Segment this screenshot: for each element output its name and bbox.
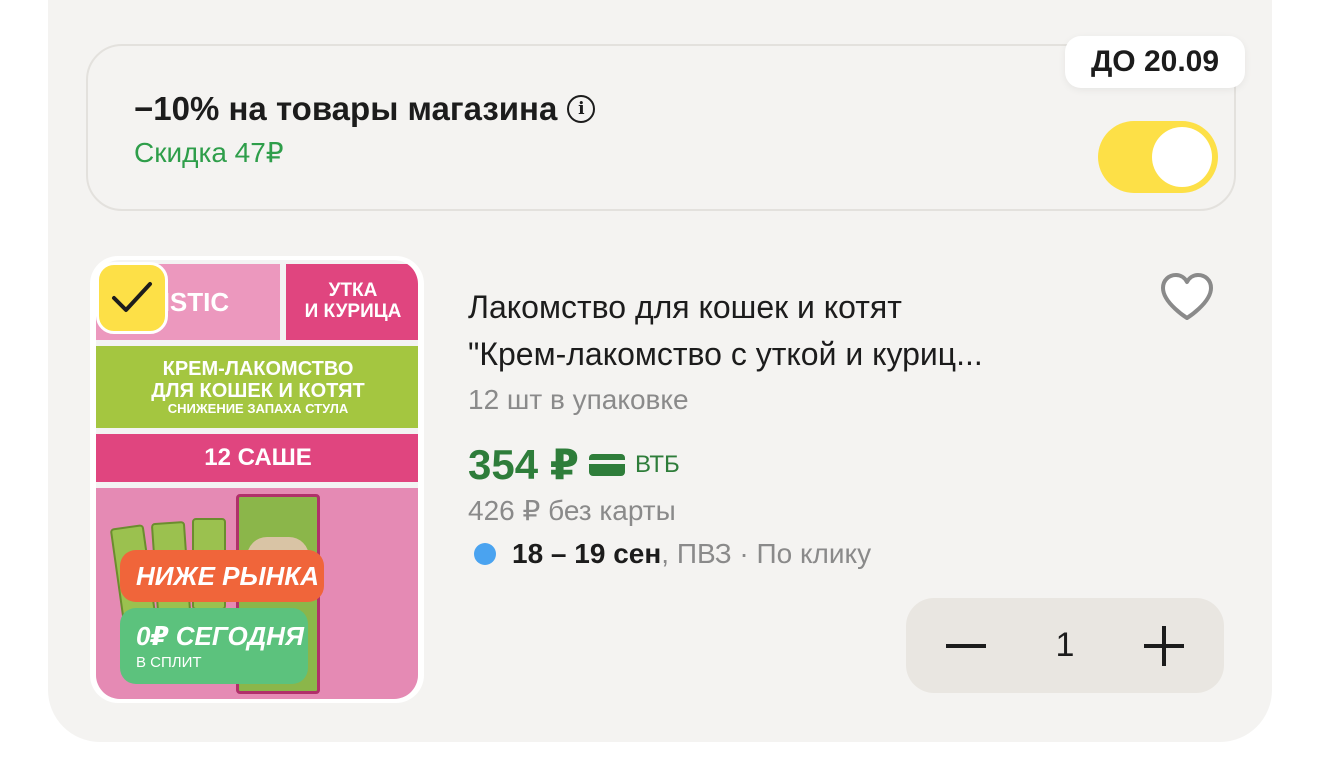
split-tag: 0₽ СЕГОДНЯ В СПЛИТ — [120, 608, 308, 684]
image-cream-line3: СНИЖЕНИЕ ЗАПАХА СТУЛА — [167, 400, 349, 416]
image-cream-line2: ДЛЯ КОШЕК И КОТЯТ — [151, 379, 365, 402]
pack-quantity: 12 шт в упаковке — [468, 384, 689, 415]
quantity-value: 1 — [1055, 626, 1075, 664]
bank-name: ВТБ — [634, 450, 680, 478]
image-flavor-label: УТКА И КУРИЦА — [286, 264, 418, 340]
delivery-status-dot — [474, 543, 496, 565]
decrement-button[interactable] — [946, 626, 986, 666]
quantity-stepper: 1 — [906, 598, 1224, 693]
promo-title: −10% на товары магазина i — [134, 90, 596, 128]
checkmark-icon — [112, 282, 152, 312]
image-flavor-text: УТКА И КУРИЦА — [304, 280, 402, 322]
increment-button[interactable] — [1143, 625, 1184, 666]
split-tag-sub: В СПЛИТ — [136, 654, 202, 671]
below-market-tag: НИЖЕ РЫНКА — [120, 550, 324, 602]
image-cream-label: КРЕМ-ЛАКОМСТВО ДЛЯ КОШЕК И КОТЯТ СНИЖЕНИ… — [96, 346, 418, 428]
bank-card-icon — [588, 453, 625, 476]
delivery-date: 18 – 19 сен — [512, 538, 662, 569]
minus-icon — [946, 643, 986, 648]
promo-title-text: −10% на товары магазина — [134, 90, 558, 127]
product-title[interactable]: Лакомство для кошек и котят "Крем-лакомс… — [468, 284, 1148, 378]
image-sachet-label: 12 САШЕ — [96, 434, 418, 482]
heart-icon[interactable] — [1158, 270, 1216, 324]
delivery-method: , ПВЗ · По клику — [661, 538, 872, 569]
price-row: 354 ₽ ВТБ — [468, 440, 680, 489]
product-title-line2: "Крем-лакомство с уткой и куриц... — [468, 336, 983, 372]
promo-until-badge: ДО 20.09 — [1065, 36, 1245, 88]
image-cream-line1: КРЕМ-ЛАКОМСТВО — [162, 357, 354, 380]
product-title-line1: Лакомство для кошек и котят — [468, 289, 902, 325]
promo-banner: −10% на товары магазина i Скидка 47₽ — [86, 44, 1236, 211]
promo-toggle[interactable] — [1098, 121, 1218, 193]
delivery-info: 18 – 19 сен, ПВЗ · По клику — [474, 538, 871, 570]
toggle-knob — [1152, 127, 1212, 187]
select-checkbox[interactable] — [96, 262, 168, 334]
split-tag-title: 0₽ СЕГОДНЯ — [136, 621, 304, 651]
card-price: 354 ₽ — [468, 441, 579, 488]
price-without-card: 426 ₽ без карты — [468, 495, 676, 526]
info-icon[interactable]: i — [567, 95, 596, 123]
promo-discount: Скидка 47₽ — [134, 137, 284, 168]
